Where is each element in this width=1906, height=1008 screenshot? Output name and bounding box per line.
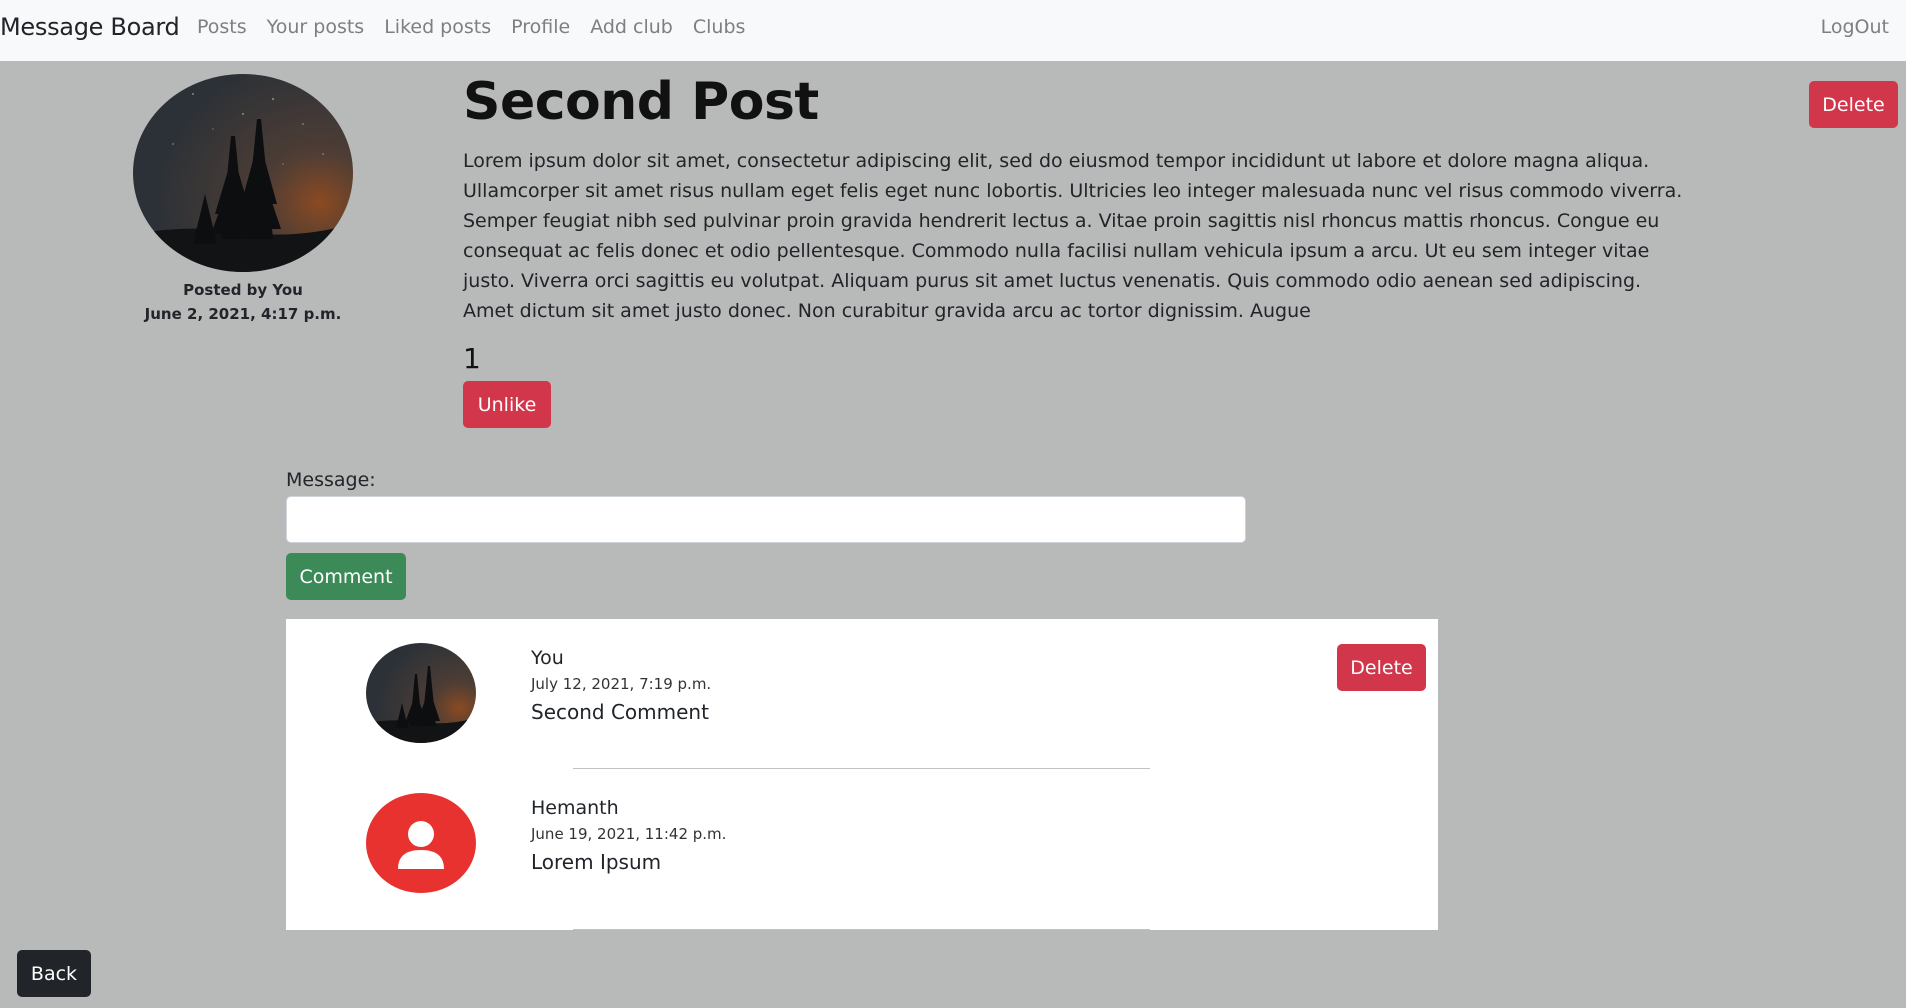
comment-submit-button[interactable]: Comment: [286, 553, 406, 600]
nav-link-profile[interactable]: Profile: [511, 16, 570, 38]
nav-link-add-club[interactable]: Add club: [590, 16, 673, 38]
comments-list: You July 12, 2021, 7:19 p.m. Second Comm…: [286, 619, 1438, 930]
comment-avatar: [366, 793, 476, 893]
comment-author: You: [531, 647, 564, 669]
nav-link-your-posts[interactable]: Your posts: [267, 16, 365, 38]
comment-author: Hemanth: [531, 797, 619, 819]
message-input[interactable]: [286, 496, 1246, 543]
night-forest-photo: [366, 643, 476, 743]
nav-link-posts[interactable]: Posts: [197, 16, 247, 38]
delete-post-button[interactable]: Delete: [1809, 81, 1898, 128]
post-body: Lorem ipsum dolor sit amet, consectetur …: [463, 150, 1683, 322]
post-author-meta: Posted by You June 2, 2021, 4:17 p.m.: [133, 278, 353, 326]
message-label: Message:: [286, 469, 376, 491]
comment-text: Second Comment: [531, 700, 709, 724]
comment-text: Lorem Ipsum: [531, 850, 662, 874]
like-count: 1: [463, 342, 481, 375]
post-date: June 2, 2021, 4:17 p.m.: [144, 305, 342, 323]
comment-divider: [573, 768, 1150, 769]
comment-date: July 12, 2021, 7:19 p.m.: [531, 675, 712, 693]
user-icon: [398, 821, 444, 869]
nav-link-liked-posts[interactable]: Liked posts: [384, 16, 491, 38]
post-author-avatar: [133, 74, 353, 272]
post-title: Second Post: [463, 72, 819, 132]
back-button[interactable]: Back: [17, 950, 91, 997]
brand-link[interactable]: Message Board: [0, 13, 180, 41]
comment-divider: [573, 929, 1150, 930]
comment-date: June 19, 2021, 11:42 p.m.: [531, 825, 727, 843]
delete-comment-button[interactable]: Delete: [1337, 644, 1426, 691]
post-author-line: Posted by You: [183, 281, 303, 299]
unlike-button[interactable]: Unlike: [463, 381, 551, 428]
night-forest-photo: [133, 74, 353, 272]
nav-links: Posts Your posts Liked posts Profile Add…: [197, 16, 765, 38]
nav-link-clubs[interactable]: Clubs: [693, 16, 746, 38]
navbar: Message Board Posts Your posts Liked pos…: [0, 0, 1906, 61]
logout-link[interactable]: LogOut: [1821, 16, 1889, 38]
comment-avatar: [366, 643, 476, 743]
